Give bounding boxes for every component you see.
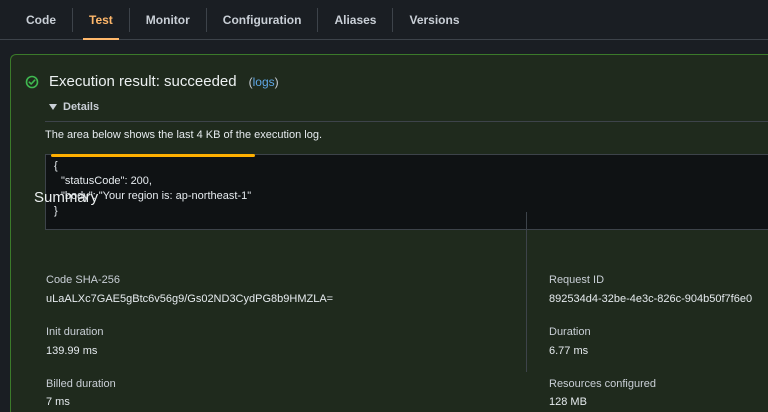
result-header: Execution result: succeeded (logs): [25, 73, 279, 90]
duration-label: Duration: [549, 326, 591, 338]
tab-configuration[interactable]: Configuration: [205, 7, 318, 32]
summary-title: Summary: [34, 189, 99, 206]
code-sha-value: uLaALXc7GAE5gBtc6v56g9/Gs02ND3CydPG8b9HM…: [46, 293, 334, 305]
execution-log[interactable]: { "statusCode": 200, "body": "Your regio…: [45, 154, 768, 230]
log-description: The area below shows the last 4 KB of th…: [45, 129, 322, 141]
divider: [45, 121, 768, 122]
billed-duration-label: Billed duration: [46, 378, 116, 390]
logs-link-wrapper: (logs): [248, 74, 279, 89]
log-line: "statusCode": 200,: [61, 175, 152, 187]
details-toggle[interactable]: Details: [49, 101, 99, 113]
tab-aliases[interactable]: Aliases: [317, 7, 392, 32]
tab-bar: Code Test Monitor Configuration Aliases …: [0, 0, 768, 40]
tab-code[interactable]: Code: [0, 8, 72, 32]
tab-versions[interactable]: Versions: [392, 7, 475, 32]
init-duration-value: 139.99 ms: [46, 345, 98, 357]
column-divider: [526, 212, 527, 372]
details-label: Details: [63, 101, 100, 113]
logs-link[interactable]: logs: [253, 75, 275, 89]
highlight-underline: [51, 154, 255, 157]
init-duration-label: Init duration: [46, 326, 104, 338]
tab-test[interactable]: Test: [72, 7, 129, 40]
caret-down-icon: [49, 104, 57, 110]
resources-label: Resources configured: [549, 378, 657, 390]
log-line: {: [54, 160, 58, 172]
tab-monitor[interactable]: Monitor: [128, 7, 206, 32]
request-id-label: Request ID: [549, 274, 605, 286]
result-title: Execution result: succeeded: [49, 73, 237, 90]
code-sha-label: Code SHA-256: [46, 274, 120, 286]
duration-value: 6.77 ms: [549, 345, 589, 357]
log-line: }: [54, 205, 58, 217]
execution-result-panel: Execution result: succeeded (logs) Detai…: [10, 54, 768, 412]
request-id-value: 892534d4-32be-4e3c-826c-904b50f7f6e0: [549, 293, 753, 305]
resources-value: 128 MB: [549, 396, 587, 408]
billed-duration-value: 7 ms: [46, 396, 70, 408]
check-circle-icon: [25, 75, 39, 88]
log-line: "body": "Your region is: ap-northeast-1": [61, 190, 252, 202]
